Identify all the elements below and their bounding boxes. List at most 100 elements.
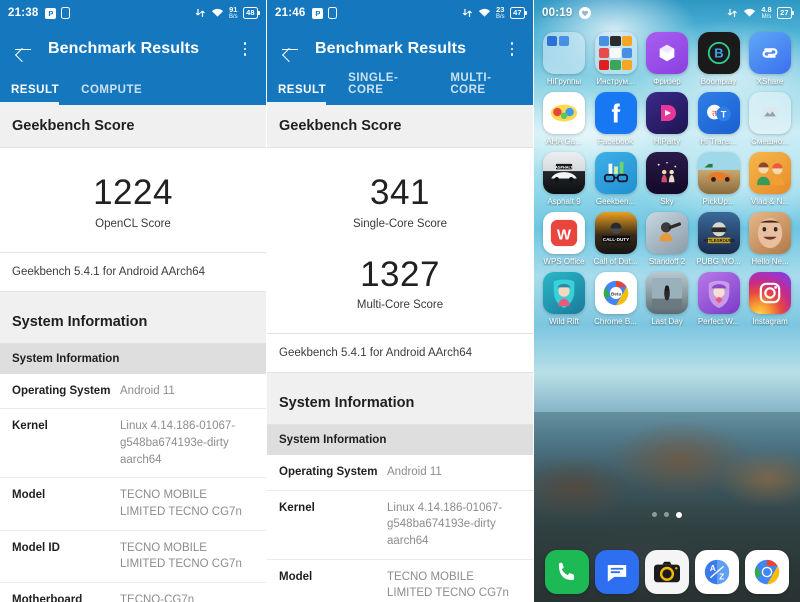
app-boomplay[interactable]: B Boomplay — [695, 32, 743, 86]
app-label: Instagram — [752, 317, 788, 326]
network-speed: 4.8 M/s — [761, 5, 772, 20]
app-row: AHA Ga... Facebook HiParty तT Hi Trans..… — [540, 92, 794, 146]
back-arrow-icon[interactable] — [12, 38, 34, 60]
score-label: Single-Core Score — [353, 217, 447, 230]
svg-text:Z: Z — [719, 572, 724, 582]
app-label: Wild Rift — [549, 317, 579, 326]
app-row: ASPHALT Asphalt 9 Geekben... Sky PickUp.… — [540, 152, 794, 206]
app-label: WPS Office — [543, 257, 585, 266]
overflow-menu-icon[interactable] — [503, 42, 521, 56]
instagram-icon — [749, 272, 791, 314]
folder-icon — [594, 32, 637, 74]
chrome-icon[interactable] — [745, 550, 789, 594]
app-pubg-mobile[interactable]: BATTLEGROUNDS PUBG MO... — [695, 212, 743, 266]
messages-icon[interactable] — [595, 550, 639, 594]
app-grid: HiГруппы Инструм... Фризер B Boomplay XS… — [534, 26, 800, 326]
app-label: Hello Ne... — [751, 257, 789, 266]
score-value: 1327 — [360, 254, 440, 294]
hi-translate-icon: तT — [697, 92, 740, 134]
app-hi-gruppy[interactable]: HiГруппы — [540, 32, 588, 86]
camera-icon[interactable] — [645, 550, 689, 594]
back-arrow-icon[interactable] — [279, 38, 301, 60]
app-label: Vlad & N... — [750, 197, 790, 206]
app-vlad-nikita[interactable]: Vlad & N... — [746, 152, 794, 206]
app-label: Смешно... — [751, 137, 789, 146]
app-call-of-duty[interactable]: CALL·DUTY Call of Dut... — [592, 212, 640, 266]
app-wild-rift[interactable]: Wild Rift — [540, 272, 588, 326]
app-label: Facebook — [597, 137, 634, 146]
wifi-icon — [744, 8, 756, 17]
app-label: HiParty — [653, 137, 681, 146]
system-information-heading: System Information — [267, 382, 533, 425]
phone-icon[interactable] — [545, 550, 589, 594]
standoff2-icon — [646, 212, 688, 254]
app-label: Boomplay — [700, 77, 737, 86]
row-value: Android 11 — [120, 384, 175, 397]
app-pickup[interactable]: PickUp... — [695, 152, 743, 206]
row-value: Linux 4.14.186-01067-g548ba674193e-dirty… — [120, 420, 236, 466]
network-speed: 23 B/s — [495, 5, 505, 20]
battery-indicator: 48 — [242, 7, 261, 19]
app-xshare[interactable]: XShare — [746, 32, 794, 86]
tab-multi-core[interactable]: MULTI-CORE — [439, 72, 533, 105]
row-key: Model — [279, 570, 313, 583]
table-row: Model TECNO MOBILE LIMITED TECNO CG7n — [267, 559, 533, 602]
section-divider — [267, 373, 533, 382]
row-value: TECNO-CG7n — [120, 593, 195, 602]
app-label: Фризер — [653, 77, 681, 86]
page-indicator[interactable] — [534, 512, 800, 518]
app-instagram[interactable]: Instagram — [746, 272, 794, 326]
geekbench-score-heading: Geekbench Score — [267, 105, 533, 148]
app-smeshno[interactable]: Смешно... — [746, 92, 794, 146]
battery-indicator: 27 — [776, 7, 795, 19]
page-dot-active[interactable] — [676, 512, 682, 518]
overflow-menu-icon[interactable] — [236, 42, 254, 56]
page-title: Benchmark Results — [315, 40, 467, 57]
status-bar: 21:38 P 91 B/s 48 — [0, 0, 266, 26]
wifi-icon — [211, 8, 223, 17]
app-label: Asphalt 9 — [547, 197, 581, 206]
svg-text:A: A — [710, 563, 716, 573]
app-hello-neighbor[interactable]: Hello Ne... — [746, 212, 794, 266]
app-facebook[interactable]: Facebook — [592, 92, 640, 146]
app-standoff2[interactable]: Standoff 2 — [643, 212, 691, 266]
app-hiparty[interactable]: HiParty — [643, 92, 691, 146]
app-sky[interactable]: Sky — [643, 152, 691, 206]
app-hi-translate[interactable]: तT Hi Trans... — [695, 92, 743, 146]
page-dot[interactable] — [664, 512, 669, 517]
page-dot[interactable] — [652, 512, 657, 517]
table-section-header: System Information — [0, 343, 266, 374]
app-frizer[interactable]: Фризер — [643, 32, 691, 86]
score-card: 1224 OpenCL Score — [0, 148, 266, 253]
battery-indicator: 47 — [509, 7, 528, 19]
status-notification-icons: P — [312, 7, 338, 19]
app-label: HiГруппы — [546, 77, 582, 86]
data-transfer-icon — [195, 9, 205, 17]
app-chrome-beta[interactable]: Beta Chrome B... — [592, 272, 640, 326]
row-value: TECNO MOBILE LIMITED TECNO CG7n — [120, 489, 242, 518]
app-wps-office[interactable]: W WPS Office — [540, 212, 588, 266]
app-notification-icon: P — [312, 7, 324, 19]
heart-icon — [579, 7, 592, 19]
app-perfect-world[interactable]: Perfect W... — [695, 272, 743, 326]
tab-single-core[interactable]: SINGLE-CORE — [337, 72, 439, 105]
app-instrumenty[interactable]: Инструм... — [592, 32, 640, 86]
score-label: Multi-Core Score — [356, 299, 444, 311]
wild-rift-icon — [543, 272, 585, 314]
app-aha-games[interactable]: AHA Ga... — [540, 92, 588, 146]
app-label: XShare — [756, 77, 784, 86]
app-geekbench[interactable]: Geekben... — [592, 152, 640, 206]
app-last-day[interactable]: Last Day — [643, 272, 691, 326]
tab-compute[interactable]: COMPUTE — [70, 84, 153, 105]
app-drawer-icon[interactable]: AZ — [695, 550, 739, 594]
vlad-nikita-icon — [749, 152, 791, 194]
app-label: Инструм... — [596, 77, 635, 86]
app-label: Sky — [660, 197, 674, 206]
last-day-icon — [646, 272, 688, 314]
score-single-core: 341 Single-Core Score — [267, 164, 533, 234]
geekbench-score-heading: Geekbench Score — [0, 105, 266, 148]
row-key: Kernel — [279, 501, 315, 514]
app-asphalt9[interactable]: ASPHALT Asphalt 9 — [540, 152, 588, 206]
score-opencl: 1224 OpenCL Score — [0, 164, 266, 234]
panel-home-screen: 00:19 4.8 M/s 27 HiГруппы Инструм... Фри… — [534, 0, 800, 602]
